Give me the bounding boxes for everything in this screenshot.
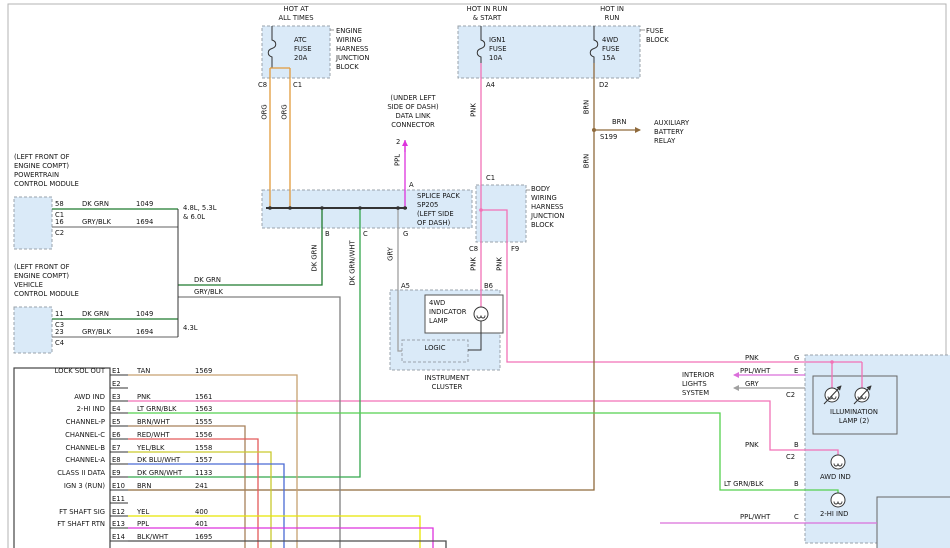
body-junction-box: [476, 185, 526, 242]
tc-module-connector-box: [14, 368, 110, 548]
wiring-diagram: HOT AT ALL TIMESHOT IN RUN & STARTHOT IN…: [0, 0, 950, 548]
vcm-box: [14, 307, 52, 353]
s199-splice-dot: [592, 128, 596, 132]
wire-org: [270, 68, 290, 208]
tc-pin-stubs: [110, 375, 128, 541]
wire-brnwht: [128, 426, 245, 548]
pnk-junction-dot: [479, 208, 483, 212]
wire-redwht: [128, 439, 258, 548]
illumination-lamps-box: [813, 376, 897, 434]
fuse-block-box: [458, 26, 640, 78]
pcm-box: [14, 197, 52, 249]
wire-ppl-e13: [128, 528, 433, 548]
4wd-indicator-lamp-icon: [474, 307, 488, 321]
wire-pnk: [128, 63, 862, 455]
wire-blkwht: [128, 541, 446, 548]
wire-ltgrnblk: [128, 413, 838, 493]
wiring-diagram-canvas: [0, 0, 950, 548]
indicator-lamp-box: [425, 295, 503, 333]
2hi-ind-lamp-icon: [831, 493, 845, 507]
wire-yelblk: [128, 452, 271, 548]
lower-right-box: [877, 497, 950, 548]
wire-dkgrnwht: [128, 208, 360, 477]
wire-yel: [128, 516, 420, 548]
awd-ind-lamp-icon: [831, 455, 845, 469]
illum-junction-dot: [830, 360, 834, 364]
logic-box: [402, 340, 468, 362]
